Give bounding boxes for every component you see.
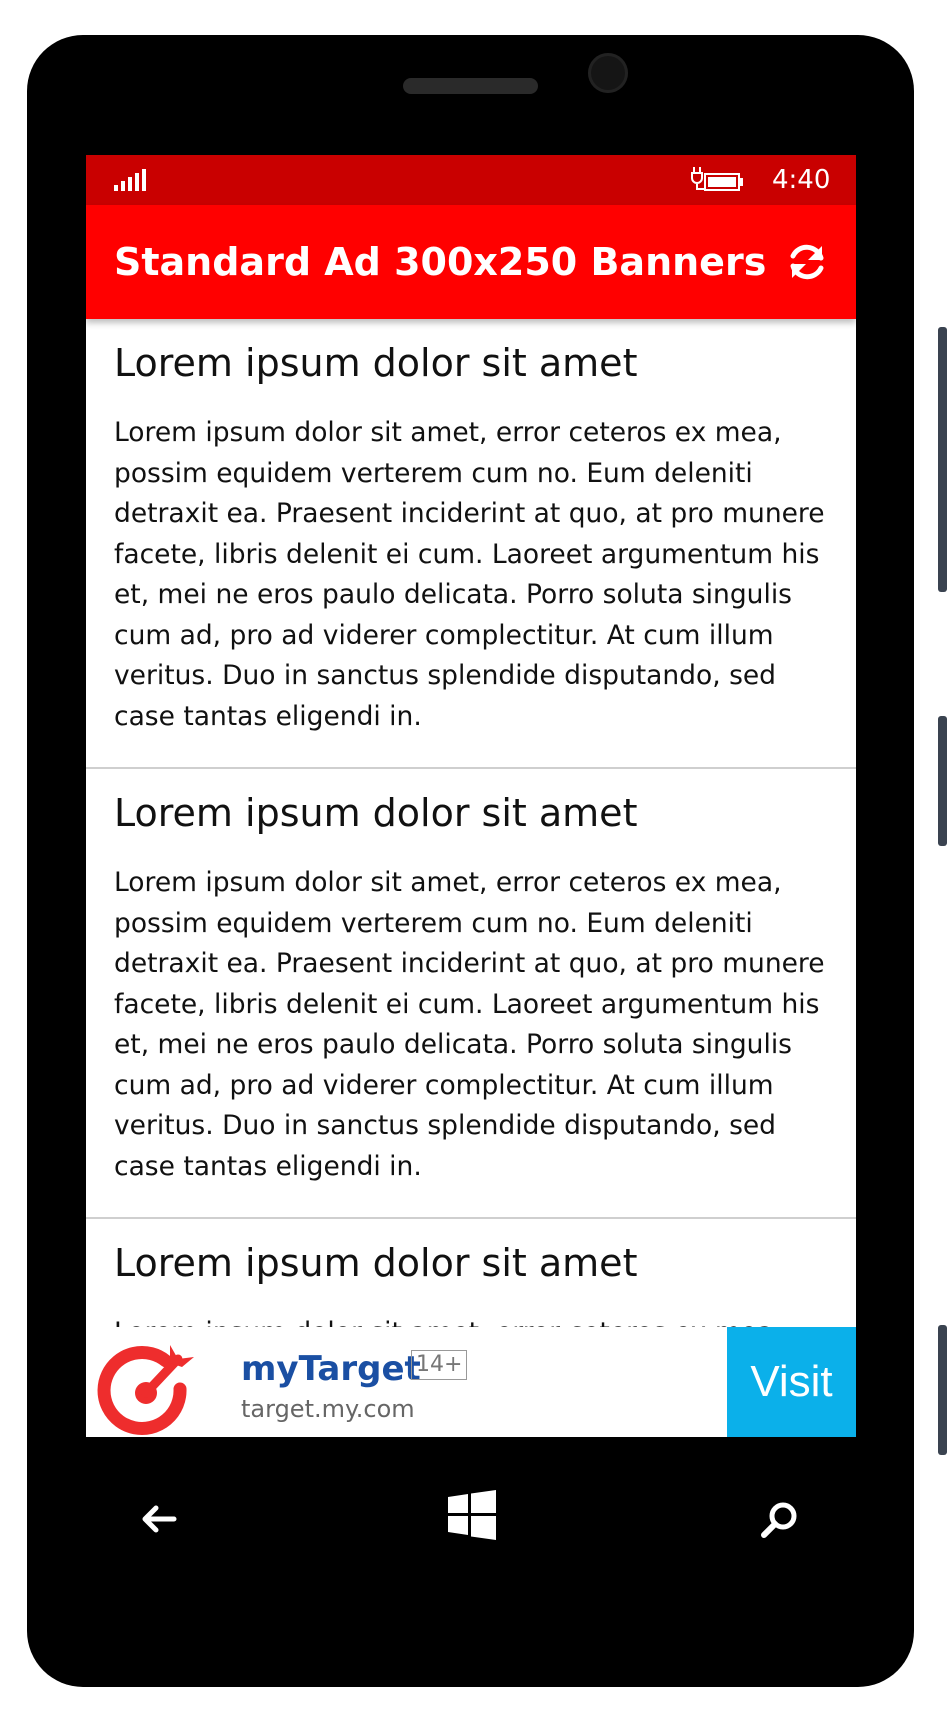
nav-bar — [86, 1437, 856, 1617]
refresh-icon[interactable] — [786, 241, 828, 283]
battery-charging-icon — [691, 167, 743, 191]
ad-url: target.my.com — [241, 1395, 415, 1423]
search-icon[interactable] — [758, 1499, 800, 1541]
article-title: Lorem ipsum dolor sit amet — [114, 341, 638, 385]
ad-brand[interactable]: myTarget — [241, 1349, 421, 1389]
article-title: Lorem ipsum dolor sit amet — [114, 1241, 638, 1285]
list-item: Lorem ipsum dolor sit amet Lorem ipsum d… — [86, 319, 856, 769]
article-title: Lorem ipsum dolor sit amet — [114, 791, 638, 835]
windows-logo-icon[interactable] — [446, 1489, 498, 1541]
status-bar: 4:40 — [86, 155, 856, 205]
article-list[interactable]: Lorem ipsum dolor sit amet Lorem ipsum d… — [86, 319, 856, 1409]
status-time: 4:40 — [772, 165, 831, 195]
ad-banner[interactable]: myTarget 14+ target.my.com Visit — [86, 1327, 856, 1437]
screen: 4:40 Standard Ad 300x250 Banners Lorem i… — [86, 155, 856, 1437]
signal-bars-icon — [114, 169, 146, 191]
list-item: Lorem ipsum dolor sit amet Lorem ipsum d… — [86, 769, 856, 1219]
visit-button[interactable]: Visit — [727, 1327, 856, 1437]
camera-button[interactable] — [938, 1325, 947, 1455]
back-arrow-icon[interactable] — [138, 1499, 178, 1539]
age-rating-badge: 14+ — [411, 1350, 468, 1380]
app-bar: Standard Ad 300x250 Banners — [86, 205, 856, 319]
volume-button[interactable] — [938, 327, 947, 592]
phone-camera — [588, 53, 628, 93]
article-body: Lorem ipsum dolor sit amet, error cetero… — [114, 867, 825, 1182]
article-body: Lorem ipsum dolor sit amet, error cetero… — [114, 417, 825, 732]
mytarget-logo-icon — [97, 1345, 194, 1435]
power-button[interactable] — [938, 716, 947, 846]
phone-speaker — [403, 78, 538, 94]
page-title: Standard Ad 300x250 Banners — [114, 240, 767, 284]
